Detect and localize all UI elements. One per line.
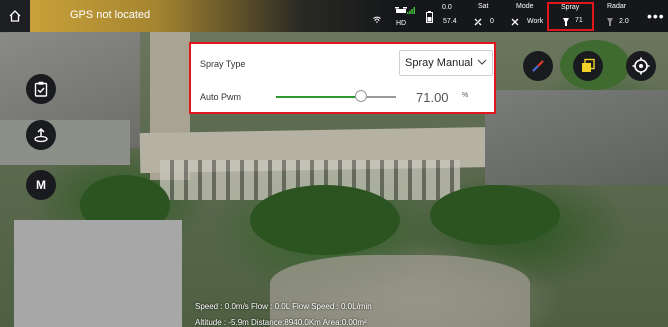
battery-bottom-value: 57.4 [443, 18, 457, 25]
spray-type-label: Spray Type [200, 59, 246, 69]
compass-button[interactable] [523, 51, 553, 81]
layers-button[interactable] [573, 51, 603, 81]
spray-type-select[interactable]: Spray Manual [399, 50, 493, 76]
spray-label: Spray [561, 4, 580, 11]
battery-top-value: 0.0 [442, 4, 452, 11]
mode-status[interactable]: Mode Work [510, 3, 546, 30]
spray-value: 71 [575, 17, 583, 24]
status-bar: GPS not located HD 0.0 57.4 Sat 0 Mode W… [0, 0, 668, 32]
home-icon [9, 10, 21, 22]
checklist-icon [34, 81, 48, 97]
locate-target-button[interactable] [626, 51, 656, 81]
auto-pwm-slider-fill [276, 96, 361, 98]
spray-status[interactable]: Spray 71 [547, 2, 594, 31]
tree-cluster [430, 185, 560, 245]
mode-m-label: M [36, 178, 46, 192]
radar-status[interactable]: Radar 2.0 [603, 3, 637, 30]
building-roof [485, 90, 668, 185]
debris-area [270, 255, 530, 327]
satellite-status: Sat 0 [472, 3, 502, 30]
chevron-down-icon [477, 59, 487, 65]
spray-type-value: Spray Manual [405, 57, 473, 69]
building-roof [0, 120, 130, 165]
satellite-icon [474, 18, 482, 26]
auto-pwm-unit: % [462, 92, 469, 99]
gps-status-text: GPS not located [70, 9, 151, 21]
layers-icon [582, 58, 595, 72]
mode-m-button[interactable]: M [26, 170, 56, 200]
home-button[interactable] [0, 0, 30, 32]
more-menu-button[interactable]: ••• [647, 8, 665, 24]
radar-label: Radar [607, 3, 627, 10]
wifi-icon [373, 16, 381, 23]
tree-cluster [250, 185, 400, 255]
radar-icon [607, 18, 613, 26]
nozzle-icon [563, 18, 569, 26]
sat-label: Sat [478, 3, 489, 10]
battery-status: 0.0 57.4 [426, 4, 462, 30]
battery-icon [426, 11, 433, 23]
camera-preview[interactable] [14, 220, 182, 327]
mode-label: Mode [516, 3, 534, 10]
auto-pwm-label: Auto Pwm [200, 92, 242, 102]
mode-cross-icon [511, 18, 519, 26]
gps-status-banner: GPS not located [30, 0, 390, 32]
takeoff-point-button[interactable] [26, 120, 56, 150]
rc-signal: HD [370, 6, 420, 30]
signal-bars-icon [407, 7, 415, 14]
auto-pwm-slider-thumb[interactable] [355, 90, 367, 102]
telemetry-line-1: Speed : 0.0m/s Flow : 0.0L Flow Speed : … [195, 302, 372, 311]
radar-value: 2.0 [619, 18, 629, 25]
takeoff-point-icon [34, 127, 48, 143]
auto-pwm-slider[interactable] [276, 90, 396, 102]
spray-settings-panel: Spray Type Spray Manual Auto Pwm 71.00 % [189, 42, 496, 114]
hd-label: HD [396, 20, 407, 27]
checklist-button[interactable] [26, 74, 56, 104]
telemetry-line-2: Altitude : -5.9m Distance:8940.0Km Area:… [195, 318, 367, 327]
mode-value: Work [527, 18, 544, 25]
auto-pwm-value[interactable]: 71.00 [416, 90, 449, 105]
compass-icon [532, 60, 544, 72]
locate-target-icon [632, 57, 650, 75]
drone-link-icon [395, 7, 407, 13]
sat-value: 0 [490, 18, 494, 25]
